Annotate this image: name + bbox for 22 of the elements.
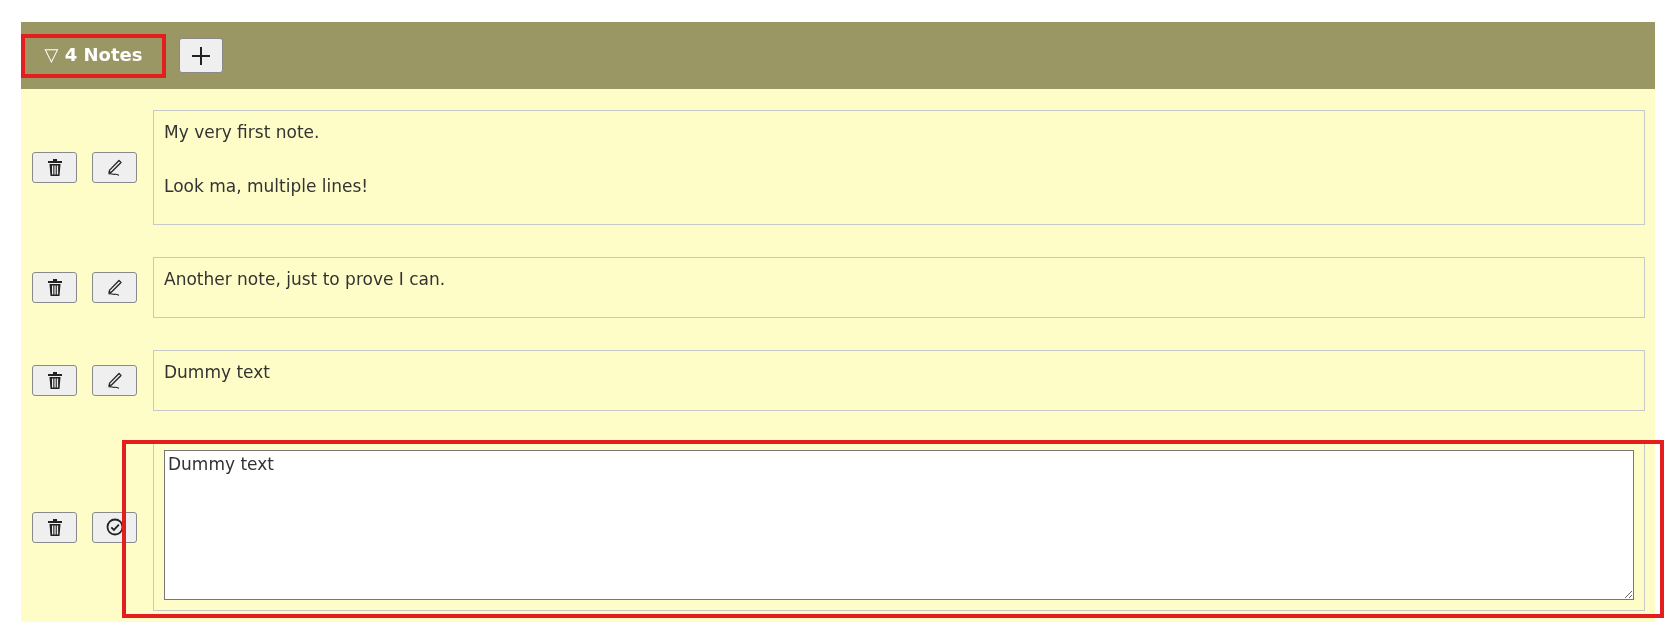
edit-button[interactable] — [92, 272, 137, 303]
trash-icon — [47, 372, 62, 389]
edit-button[interactable] — [92, 152, 137, 183]
trash-icon — [47, 279, 62, 296]
check-circle-icon — [105, 518, 124, 536]
pencil-icon — [105, 371, 124, 390]
note-text: Dummy text — [153, 350, 1645, 411]
delete-button[interactable] — [32, 152, 77, 183]
note-text: My very first note. Look ma, multiple lines! — [153, 110, 1645, 225]
edit-button[interactable] — [92, 365, 137, 396]
delete-button[interactable] — [32, 272, 77, 303]
pencil-icon — [105, 278, 124, 297]
delete-button[interactable] — [32, 365, 77, 396]
add-note-button[interactable] — [179, 38, 223, 73]
note-text: Another note, just to prove I can. — [153, 257, 1645, 318]
save-button[interactable] — [92, 511, 137, 543]
pencil-icon — [105, 158, 124, 177]
note-text-field[interactable]: Dummy text — [164, 450, 1634, 600]
delete-button[interactable] — [32, 511, 77, 543]
trash-icon — [47, 159, 62, 176]
plus-icon — [191, 45, 211, 66]
trash-icon — [47, 518, 62, 536]
